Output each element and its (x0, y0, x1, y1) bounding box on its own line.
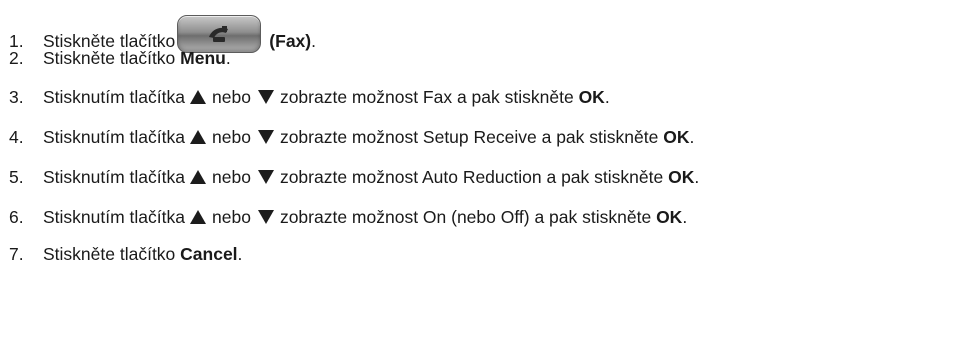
step-text: zobrazte možnost Fax a pak stiskněte (279, 87, 579, 107)
step-text: Stisknutím tlačítka (43, 207, 185, 227)
step-7: 7. Stiskněte tlačítko Cancel. (0, 244, 242, 264)
down-triangle-icon (257, 170, 274, 184)
step-2: 2. Stiskněte tlačítko Menu. (0, 48, 231, 68)
step-text-or: nebo (212, 87, 251, 107)
step-punct: . (225, 48, 231, 68)
step-bold: (Fax) (269, 31, 312, 51)
up-triangle-icon (190, 130, 206, 144)
fax-handset-icon (209, 26, 229, 42)
step-text: zobrazte možnost Auto Reduction a pak st… (279, 167, 669, 187)
step-punct: . (694, 167, 700, 187)
step-bold: OK (663, 127, 690, 147)
up-triangle-icon (190, 210, 206, 224)
step-text: Stiskněte tlačítko (43, 48, 181, 68)
step-number: 5. (9, 167, 24, 187)
step-text: zobrazte možnost On (nebo Off) a pak sti… (279, 207, 657, 227)
step-text: Stisknutím tlačítka (43, 127, 185, 147)
step-bold: Menu (180, 48, 226, 68)
step-number: 6. (9, 207, 24, 227)
down-triangle-icon (257, 130, 274, 144)
down-triangle-icon (257, 90, 274, 104)
step-text-or: nebo (212, 127, 251, 147)
step-bold: OK (656, 207, 683, 227)
down-triangle-icon (257, 210, 274, 224)
step-text: Stisknutím tlačítka (43, 167, 185, 187)
step-number: 4. (9, 127, 24, 147)
step-5: 5. Stisknutím tlačítka nebo zobrazte možnos… (0, 167, 699, 187)
step-punct: . (311, 31, 316, 51)
step-text: zobrazte možnost Setup Receive a pak sti… (279, 127, 664, 147)
step-3: 3. Stisknutím tlačítka nebo zobrazte možnos… (0, 87, 610, 107)
step-bold: OK (578, 87, 605, 107)
step-text: Stiskněte tlačítko (43, 244, 181, 264)
step-text-or: nebo (212, 207, 251, 227)
step-punct: . (689, 127, 695, 147)
step-bold: Cancel (180, 244, 238, 264)
step-bold: OK (668, 167, 695, 187)
step-number: 2. (9, 48, 24, 68)
step-1: 1. Stiskněte tlačítko (Fax). (0, 15, 316, 53)
step-punct: . (682, 207, 688, 227)
step-number: 3. (9, 87, 24, 107)
step-6: 6. Stisknutím tlačítka nebo zobrazte možnos… (0, 207, 687, 227)
step-number: 7. (9, 244, 24, 264)
step-4: 4. Stisknutím tlačítka nebo zobrazte možnos… (0, 127, 694, 147)
step-text: Stisknutím tlačítka (43, 87, 185, 107)
step-punct: . (604, 87, 610, 107)
step-text-or: nebo (212, 167, 251, 187)
up-triangle-icon (190, 90, 206, 104)
up-triangle-icon (190, 170, 206, 184)
step-punct: . (237, 244, 243, 264)
